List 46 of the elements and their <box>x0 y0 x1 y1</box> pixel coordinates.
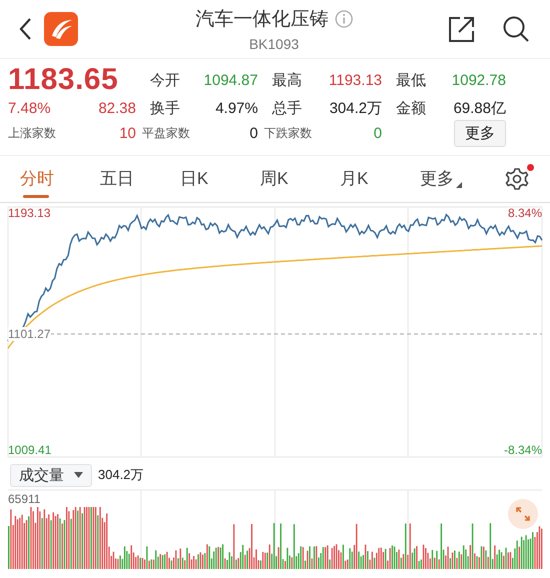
share-icon[interactable] <box>448 15 476 43</box>
chart-tab[interactable]: 五日 <box>100 160 180 198</box>
indicator-dropdown[interactable]: 成交量 <box>10 464 92 486</box>
axis-label: 8.34% <box>508 206 542 220</box>
axis-label: 1101.27 <box>8 327 50 341</box>
stat-value: 4.97% <box>214 100 258 117</box>
breadth-value: 10 <box>118 125 136 142</box>
stat-value: 1094.87 <box>202 72 258 88</box>
price-value: 1183.65 <box>8 63 120 97</box>
breadth-label: 平盘家数 <box>141 125 191 142</box>
more-button[interactable]: 更多 <box>454 120 506 147</box>
app-logo-icon[interactable] <box>44 12 78 46</box>
stat-label: 总手 <box>271 99 303 118</box>
change-value: 82.38 <box>97 100 136 117</box>
expand-icon[interactable] <box>508 499 538 529</box>
stat-value: 304.2万 <box>328 99 382 118</box>
stat-value: 1092.78 <box>450 72 506 88</box>
breadth-label: 上涨家数 <box>8 125 57 142</box>
settings-icon[interactable] <box>504 166 530 192</box>
chart-tab[interactable]: 分时 <box>20 160 100 198</box>
axis-label: -8.34% <box>504 443 542 457</box>
chart-tab[interactable]: 日K <box>180 160 260 198</box>
back-icon[interactable] <box>18 17 32 41</box>
stock-code: BK1093 <box>249 36 299 52</box>
breadth-value: 0 <box>248 125 258 142</box>
dropdown-icon <box>456 182 462 188</box>
stat-value: 1193.13 <box>328 72 382 88</box>
chart-tab[interactable]: 更多 <box>420 160 500 198</box>
breadth-label: 下跌家数 <box>263 125 313 142</box>
stat-label: 金额 <box>395 99 427 118</box>
volume-total: 304.2万 <box>98 466 144 484</box>
stat-label: 最低 <box>395 70 427 90</box>
stat-label: 最高 <box>271 70 303 90</box>
dropdown-icon <box>74 472 83 478</box>
chart-tab[interactable]: 周K <box>260 160 340 198</box>
axis-label: 65911 <box>8 492 40 506</box>
chart-tab[interactable]: 月K <box>340 160 420 198</box>
breadth-value: 0 <box>372 125 382 142</box>
stat-value: 69.88亿 <box>452 99 506 118</box>
stock-title: 汽车一体化压铸 <box>196 8 328 32</box>
axis-label: 1009.41 <box>8 443 52 457</box>
stat-label: 换手 <box>149 99 181 118</box>
change-percent: 7.48% <box>8 100 52 117</box>
axis-label: 1193.13 <box>8 206 50 220</box>
search-icon[interactable] <box>502 15 530 43</box>
stat-label: 今开 <box>149 70 181 90</box>
